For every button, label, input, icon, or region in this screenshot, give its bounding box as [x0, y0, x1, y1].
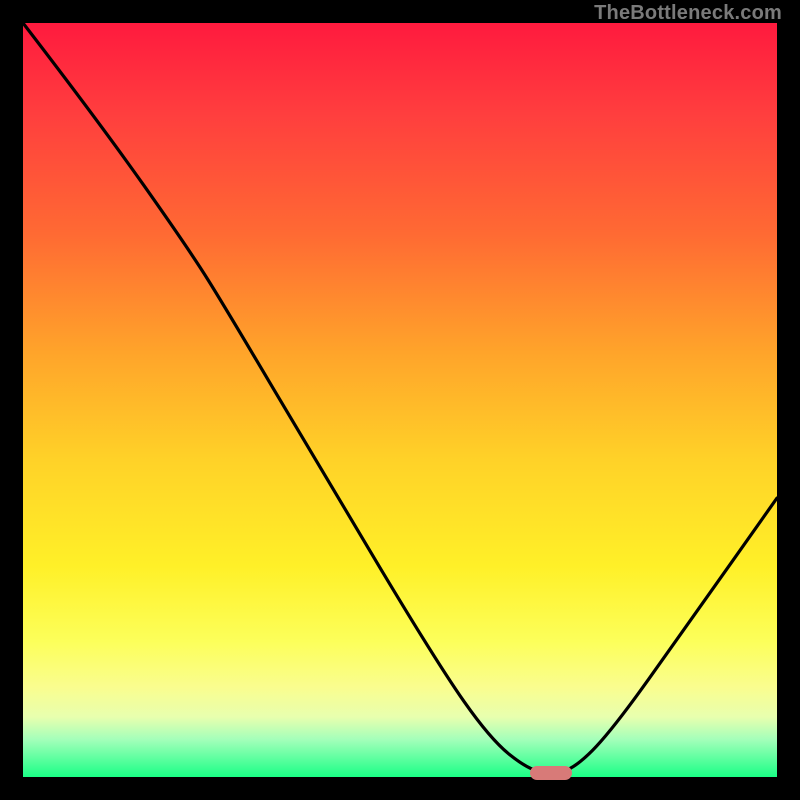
- curve-path: [23, 23, 777, 772]
- bottleneck-curve: [23, 23, 777, 777]
- chart-frame: TheBottleneck.com: [0, 0, 800, 800]
- optimal-marker: [530, 766, 572, 780]
- watermark-text: TheBottleneck.com: [594, 2, 782, 25]
